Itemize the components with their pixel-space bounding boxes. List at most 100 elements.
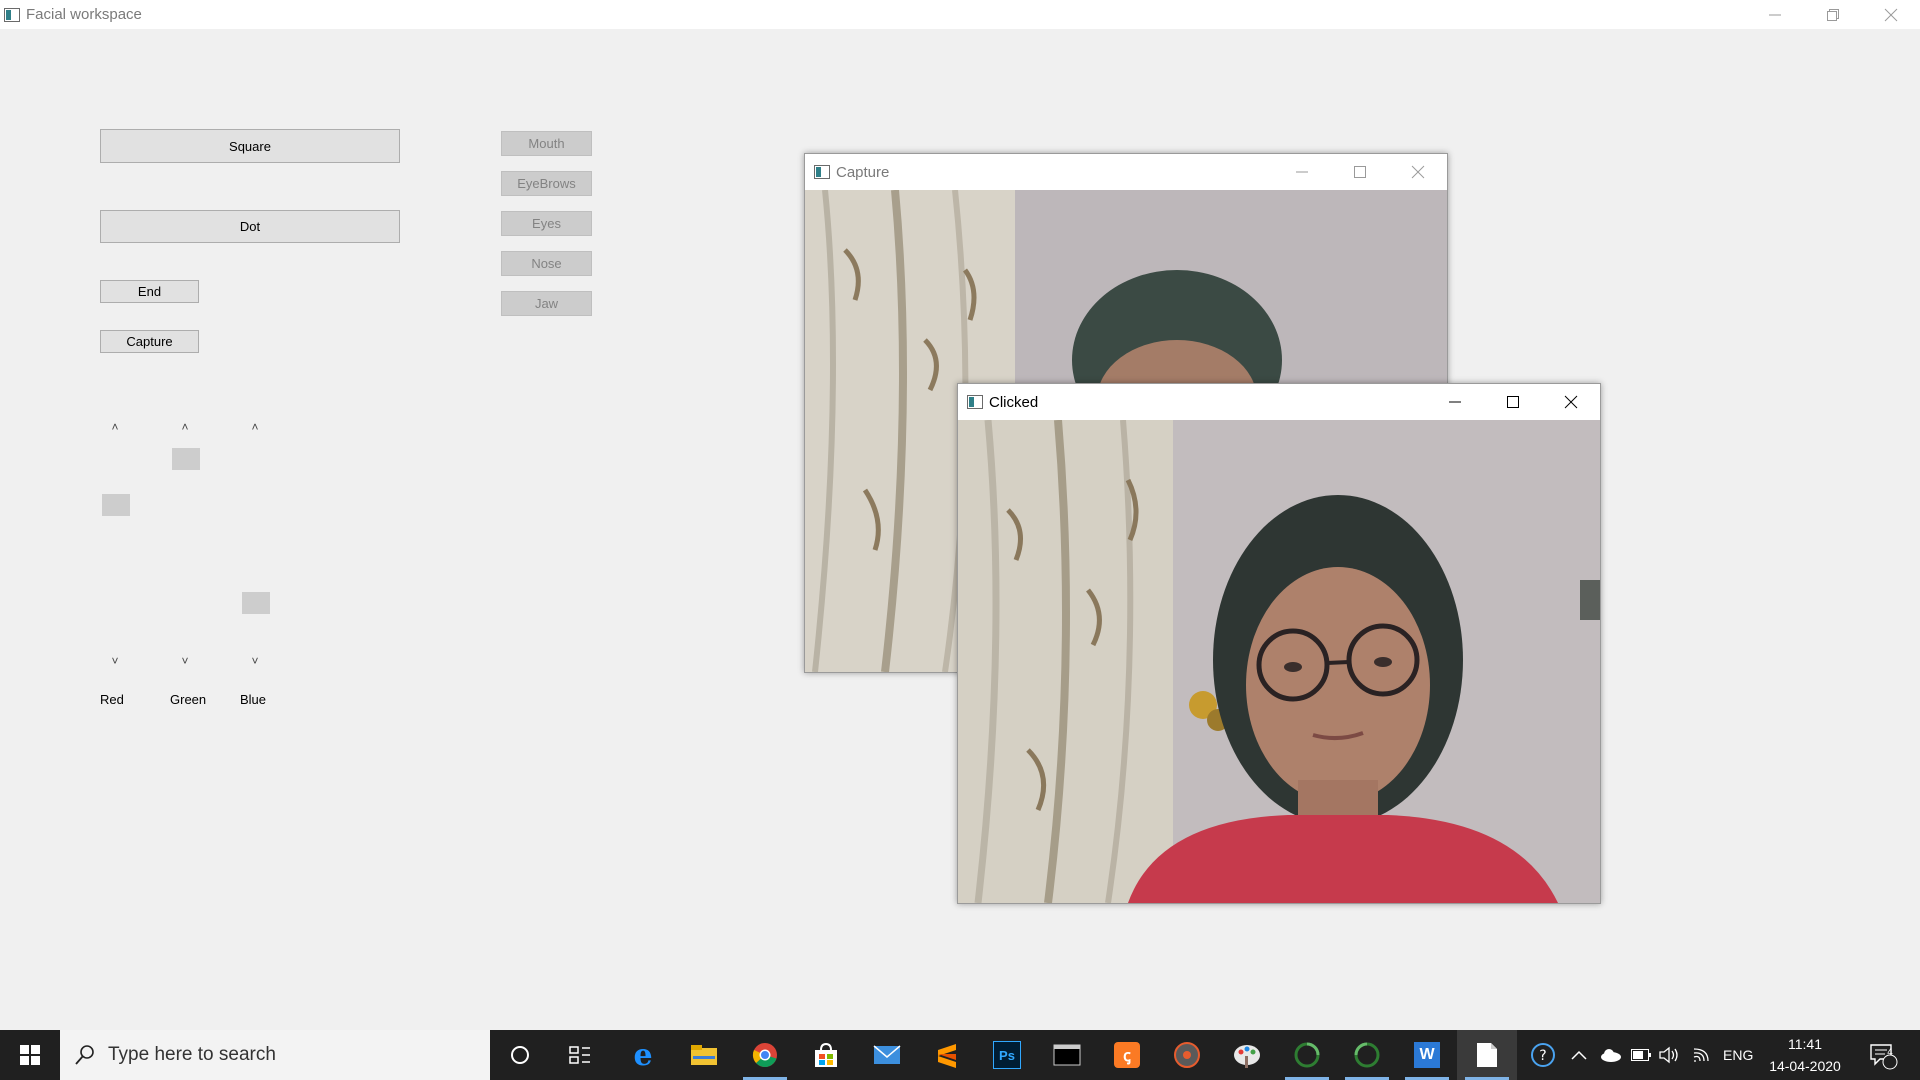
capture-window-title: Capture bbox=[836, 163, 890, 181]
minimize-button[interactable] bbox=[1273, 154, 1331, 190]
spinner-icon bbox=[1354, 1042, 1380, 1068]
chevron-up-icon[interactable]: ˄ bbox=[240, 420, 270, 434]
close-button[interactable] bbox=[1542, 384, 1600, 420]
wifi-icon[interactable] bbox=[1692, 1030, 1712, 1080]
start-button[interactable] bbox=[0, 1030, 60, 1080]
blue-slider-handle[interactable] bbox=[242, 592, 270, 615]
xampp-icon[interactable]: ꞔ bbox=[1097, 1030, 1157, 1080]
maximize-icon bbox=[1507, 396, 1519, 408]
minimize-button[interactable] bbox=[1426, 384, 1484, 420]
clicked-captured-image bbox=[958, 420, 1600, 903]
envelope-icon bbox=[873, 1045, 901, 1064]
restore-icon bbox=[1827, 8, 1839, 21]
spinner-icon bbox=[1294, 1042, 1320, 1068]
capture-title-bar[interactable]: Capture bbox=[805, 154, 1447, 190]
minimize-icon bbox=[1769, 14, 1781, 15]
minimize-button[interactable] bbox=[1746, 0, 1804, 29]
clicked-window-title: Clicked bbox=[989, 393, 1039, 411]
minimize-icon bbox=[1449, 401, 1461, 403]
edge-icon[interactable]: e bbox=[613, 1030, 673, 1080]
nose-button[interactable]: Nose bbox=[501, 251, 592, 276]
chrome-logo-icon bbox=[752, 1043, 777, 1067]
maximize-button[interactable] bbox=[1331, 154, 1389, 190]
file-explorer-icon[interactable] bbox=[674, 1030, 734, 1080]
word-icon[interactable]: W bbox=[1397, 1030, 1457, 1080]
close-button[interactable] bbox=[1862, 0, 1920, 29]
green-slider-handle[interactable] bbox=[172, 448, 200, 471]
palette-icon bbox=[1234, 1045, 1260, 1068]
volume-icon[interactable] bbox=[1659, 1030, 1681, 1080]
blue-label: Blue bbox=[240, 692, 267, 707]
clock[interactable]: 11:41 14-04-2020 bbox=[1755, 1030, 1855, 1080]
folder-icon bbox=[691, 1045, 717, 1065]
capture-button[interactable]: Capture bbox=[100, 330, 199, 353]
console-window-icon bbox=[1053, 1044, 1081, 1066]
main-title-bar: Facial workspace bbox=[0, 0, 1920, 29]
app-window-icon bbox=[814, 165, 830, 179]
notification-count: 4 bbox=[1887, 1047, 1893, 1058]
restore-button[interactable] bbox=[1804, 0, 1862, 29]
language-indicator[interactable]: ENG bbox=[1723, 1030, 1753, 1080]
dot-button[interactable]: Dot bbox=[100, 210, 400, 243]
chevron-up-icon[interactable]: ˄ bbox=[170, 420, 200, 434]
battery-icon[interactable] bbox=[1631, 1030, 1651, 1080]
terminal-icon[interactable] bbox=[1037, 1030, 1097, 1080]
xampp-logo-icon: ꞔ bbox=[1114, 1042, 1140, 1068]
chrome-icon[interactable] bbox=[735, 1030, 795, 1080]
chevron-up-icon[interactable]: ˄ bbox=[100, 420, 130, 434]
red-slider-handle[interactable] bbox=[102, 493, 130, 516]
close-icon bbox=[1564, 395, 1578, 409]
mail-icon[interactable] bbox=[857, 1030, 917, 1080]
close-icon bbox=[1411, 165, 1425, 179]
wifi-signal-icon bbox=[1693, 1048, 1709, 1062]
app-window-icon bbox=[967, 395, 983, 409]
word-logo-icon: W bbox=[1414, 1042, 1440, 1068]
search-icon bbox=[75, 1045, 94, 1065]
show-hidden-icons[interactable] bbox=[1571, 1030, 1587, 1080]
cloud-icon bbox=[1601, 1049, 1621, 1062]
store-icon[interactable] bbox=[796, 1030, 856, 1080]
clock-time: 11:41 bbox=[1788, 1036, 1822, 1052]
action-center-icon[interactable]: 4 bbox=[1868, 1030, 1898, 1080]
close-button[interactable] bbox=[1389, 154, 1447, 190]
onedrive-icon[interactable] bbox=[1600, 1030, 1622, 1080]
sublime-s-icon bbox=[938, 1044, 956, 1068]
sublime-icon[interactable] bbox=[917, 1030, 977, 1080]
clicked-window[interactable]: Clicked bbox=[957, 383, 1601, 904]
photoshop-icon[interactable]: Ps bbox=[977, 1030, 1037, 1080]
chevron-up-icon bbox=[1571, 1050, 1587, 1060]
green-slider[interactable]: ˄ ˅ bbox=[170, 418, 200, 678]
loading-app-icon[interactable] bbox=[1277, 1030, 1337, 1080]
task-view-icon[interactable] bbox=[550, 1030, 610, 1080]
paint-icon[interactable] bbox=[1217, 1030, 1277, 1080]
notepad-icon[interactable] bbox=[1457, 1030, 1517, 1080]
maximize-button[interactable] bbox=[1484, 384, 1542, 420]
chevron-down-icon[interactable]: ˅ bbox=[100, 654, 130, 668]
edge-glyph-icon: e bbox=[633, 1037, 653, 1073]
mouth-button[interactable]: Mouth bbox=[501, 131, 592, 156]
loading-app-icon-2[interactable] bbox=[1337, 1030, 1397, 1080]
chevron-down-icon[interactable]: ˅ bbox=[170, 654, 200, 668]
battery-glyph-icon bbox=[1631, 1049, 1651, 1061]
red-label: Red bbox=[100, 692, 124, 707]
cortana-circle-icon bbox=[511, 1046, 529, 1064]
end-button[interactable]: End bbox=[100, 280, 199, 303]
close-icon bbox=[1884, 8, 1898, 21]
search-input[interactable]: Type here to search bbox=[60, 1030, 490, 1080]
eyebrows-button[interactable]: EyeBrows bbox=[501, 171, 592, 196]
window-title: Facial workspace bbox=[26, 6, 142, 23]
square-button[interactable]: Square bbox=[100, 129, 400, 163]
chevron-down-icon[interactable]: ˅ bbox=[240, 654, 270, 668]
speaker-icon bbox=[1659, 1046, 1678, 1064]
red-slider[interactable]: ˄ ˅ bbox=[100, 418, 130, 678]
jaw-button[interactable]: Jaw bbox=[501, 291, 592, 316]
clicked-title-bar[interactable]: Clicked bbox=[958, 384, 1600, 420]
blue-slider[interactable]: ˄ ˅ bbox=[240, 418, 270, 678]
ps-logo-icon: Ps bbox=[993, 1041, 1021, 1069]
eyes-button[interactable]: Eyes bbox=[501, 211, 592, 236]
media-icon[interactable] bbox=[1157, 1030, 1217, 1080]
maximize-icon bbox=[1354, 166, 1366, 178]
cortana-icon[interactable] bbox=[490, 1030, 550, 1080]
help-tray-icon[interactable]: ? bbox=[1530, 1030, 1556, 1080]
taskbar: Type here to search e Ps ꞔ W ? ENG 11:41… bbox=[0, 1030, 1920, 1080]
